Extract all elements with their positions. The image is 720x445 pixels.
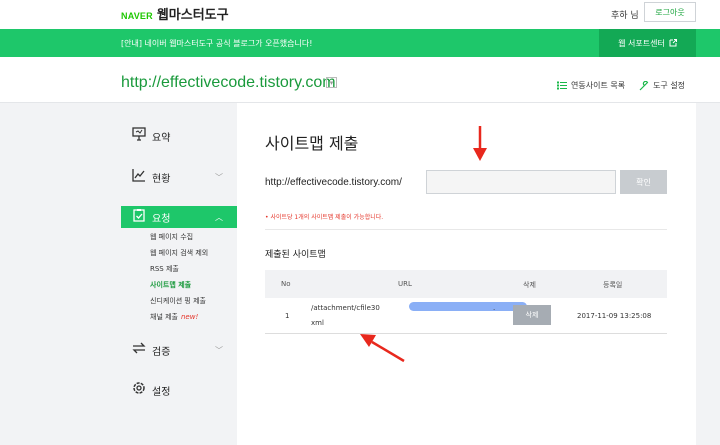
annotation-arrow-down-icon — [473, 126, 487, 161]
annotation-arrow-diagonal-icon — [360, 334, 405, 363]
annotation-arrows — [360, 126, 487, 363]
